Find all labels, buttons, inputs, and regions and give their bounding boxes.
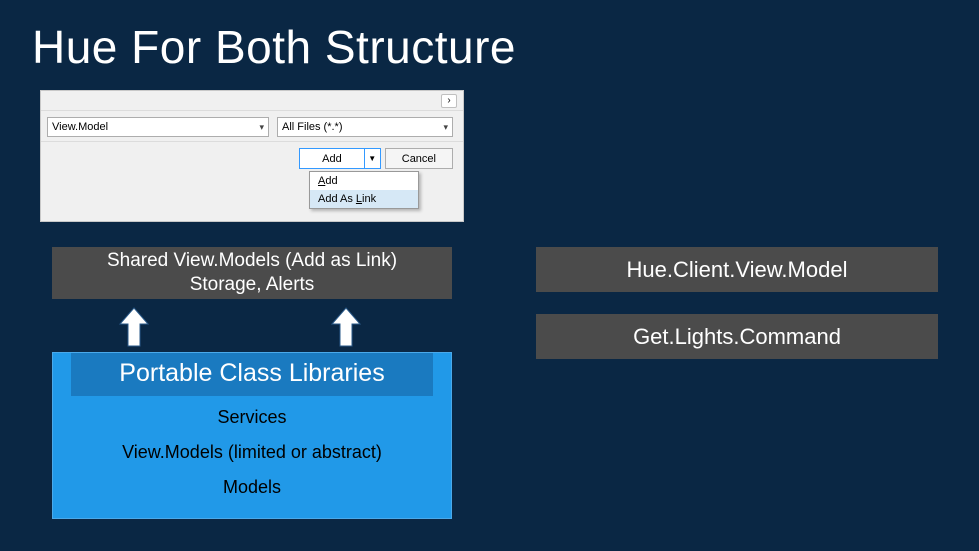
arrow-group (52, 300, 452, 352)
add-split-button[interactable]: Add ▼ (299, 148, 381, 169)
get-lights-command-box: Get.Lights.Command (536, 314, 938, 359)
pcl-header: Portable Class Libraries (71, 353, 433, 396)
file-filter-value: All Files (*.*) (282, 121, 343, 133)
file-dialog: › View.Model ▾ All Files (*.*) ▾ Add ▼ C… (40, 90, 464, 222)
hue-client-viewmodel-box: Hue.Client.View.Model (536, 247, 938, 292)
chevron-down-icon: ▾ (259, 122, 264, 133)
add-dropdown-menu: Add Add As Link (309, 171, 419, 209)
toolbar-chevron-icon[interactable]: › (441, 94, 457, 108)
up-arrow-icon (118, 306, 150, 348)
file-name-value: View.Model (52, 121, 108, 133)
menu-item-add[interactable]: Add (310, 172, 418, 190)
pcl-row-services: Services (53, 400, 451, 435)
cancel-button[interactable]: Cancel (385, 148, 453, 169)
file-name-select[interactable]: View.Model ▾ (47, 117, 269, 137)
add-button[interactable]: Add (299, 148, 365, 169)
slide-title: Hue For Both Structure (0, 0, 979, 74)
shared-line1: Shared View.Models (Add as Link) (107, 249, 397, 273)
file-filter-select[interactable]: All Files (*.*) ▾ (277, 117, 453, 137)
pcl-row-models: Models (53, 470, 451, 505)
pcl-row-viewmodels: View.Models (limited or abstract) (53, 435, 451, 470)
up-arrow-icon (330, 306, 362, 348)
chevron-down-icon: ▾ (443, 122, 448, 133)
shared-line2: Storage, Alerts (190, 273, 315, 297)
add-dropdown-button[interactable]: ▼ (365, 148, 381, 169)
shared-viewmodels-box: Shared View.Models (Add as Link) Storage… (52, 247, 452, 299)
menu-item-add-as-link[interactable]: Add As Link (310, 190, 418, 208)
pcl-box: Portable Class Libraries Services View.M… (52, 352, 452, 519)
